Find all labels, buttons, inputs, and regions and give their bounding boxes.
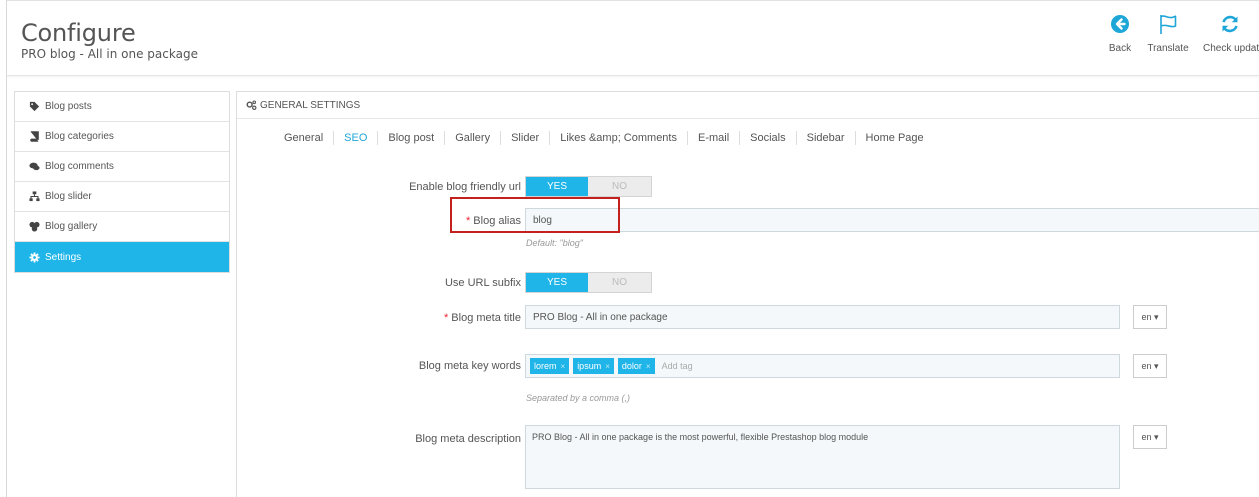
meta-description-label: Blog meta description (415, 433, 521, 445)
back-button[interactable]: Back (1107, 13, 1133, 54)
tag-text: ipsum (577, 361, 602, 371)
meta-keywords-input[interactable]: lorem × ipsum × dolor × Add tag (525, 354, 1120, 378)
remove-tag-icon[interactable]: × (646, 362, 651, 371)
lang-code: en (1141, 361, 1152, 371)
sidebar-item-label: Settings (45, 251, 82, 263)
tab-socials[interactable]: Socials (740, 131, 797, 145)
meta-description-textarea[interactable]: PRO Blog - All in one package is the mos… (525, 425, 1120, 489)
lang-code: en (1141, 432, 1152, 442)
meta-keywords-label: Blog meta key words (418, 360, 521, 372)
sidebar-item-blog-posts[interactable]: Blog posts (15, 92, 229, 122)
book-icon (30, 131, 39, 142)
meta-title-label-text: Blog meta title (451, 312, 521, 324)
sidebar-item-blog-categories[interactable]: Blog categories (15, 122, 229, 152)
tab-sidebar[interactable]: Sidebar (797, 131, 856, 145)
blog-alias-input[interactable]: blog (525, 208, 1259, 232)
tab-likes-comments[interactable]: Likes &amp; Comments (550, 131, 688, 145)
tab-home-page[interactable]: Home Page (856, 131, 934, 145)
tab-seo[interactable]: SEO (334, 131, 379, 145)
remove-tag-icon[interactable]: × (605, 362, 610, 371)
url-subfix-yes[interactable]: YES (526, 273, 588, 292)
friendly-url-label: Enable blog friendly url (409, 181, 521, 193)
add-tag-input[interactable]: Add tag (662, 361, 693, 371)
settings-tabs: General SEO Blog post Gallery Slider Lik… (237, 130, 934, 146)
page-title: Configure (21, 19, 136, 47)
url-subfix-label: Use URL subfix (444, 277, 521, 289)
sidebar-item-label: Blog comments (45, 161, 114, 172)
panel-heading: GENERAL SETTINGS (237, 92, 1259, 119)
sidebar-menu: Blog posts Blog categories Blog comments… (14, 91, 230, 273)
sidebar-item-settings[interactable]: Settings (15, 242, 229, 272)
app-frame: Configure PRO blog - All in one package … (6, 0, 1259, 497)
caret-down-icon: ▾ (1154, 311, 1159, 322)
gear-icon (29, 251, 40, 263)
sitemap-icon (29, 191, 40, 202)
keyword-tag: lorem × (530, 358, 570, 374)
translate-label: Translate (1147, 43, 1189, 54)
tab-slider[interactable]: Slider (501, 131, 551, 145)
remove-tag-icon[interactable]: × (561, 362, 566, 371)
sidebar-item-blog-slider[interactable]: Blog slider (15, 182, 229, 212)
panel-heading-text: GENERAL SETTINGS (260, 99, 361, 111)
caret-down-icon: ▾ (1154, 360, 1159, 371)
tab-gallery[interactable]: Gallery (445, 131, 502, 145)
sidebar-item-label: Blog slider (45, 191, 92, 202)
check-update-label: Check update (1203, 43, 1259, 54)
refresh-icon (1222, 15, 1238, 33)
sidebar-item-label: Blog posts (45, 101, 92, 112)
page-header: Configure PRO blog - All in one package … (7, 1, 1259, 76)
page-subtitle: PRO blog - All in one package (21, 47, 198, 61)
url-subfix-no[interactable]: NO (588, 273, 651, 292)
cogs-icon (246, 99, 257, 110)
sidebar-item-label: Blog gallery (45, 221, 98, 232)
meta-description-lang-select[interactable]: en ▾ (1133, 425, 1167, 449)
caret-down-icon: ▾ (1154, 431, 1159, 442)
tag-text: dolor (621, 361, 642, 371)
url-subfix-toggle[interactable]: YES NO (525, 272, 652, 293)
required-marker: * (444, 312, 449, 324)
settings-panel: GENERAL SETTINGS General SEO Blog post G… (236, 91, 1259, 497)
blog-alias-help: Default: "blog" (526, 238, 583, 248)
tags-icon (29, 101, 40, 112)
highlight-box (450, 197, 620, 233)
flag-icon (1160, 15, 1177, 34)
sidebar-item-blog-gallery[interactable]: Blog gallery (15, 212, 229, 242)
meta-title-label: * Blog meta title (444, 312, 521, 324)
gallery-icon (29, 221, 40, 232)
sidebar-item-label: Blog categories (45, 131, 114, 142)
tab-blog-post[interactable]: Blog post (378, 131, 446, 145)
sidebar-item-blog-comments[interactable]: Blog comments (15, 152, 229, 182)
back-label: Back (1108, 43, 1132, 54)
meta-title-input[interactable]: PRO Blog - All in one package (525, 305, 1120, 329)
translate-button[interactable]: Translate (1143, 13, 1193, 54)
friendly-url-toggle[interactable]: YES NO (525, 176, 652, 197)
friendly-url-yes[interactable]: YES (526, 177, 588, 196)
meta-keywords-help: Separated by a comma (,) (526, 393, 631, 403)
keyword-tag: dolor × (617, 358, 655, 374)
comments-icon (29, 162, 40, 171)
meta-title-lang-select[interactable]: en ▾ (1133, 305, 1167, 329)
tab-general[interactable]: General (274, 131, 335, 145)
lang-code: en (1141, 312, 1152, 322)
check-update-button[interactable]: Check update (1203, 13, 1259, 54)
meta-keywords-lang-select[interactable]: en ▾ (1133, 354, 1167, 378)
toolbar: Back Translate Check update (1097, 13, 1259, 54)
friendly-url-no[interactable]: NO (588, 177, 651, 196)
tag-text: lorem (534, 361, 557, 371)
back-arrow-icon (1111, 15, 1129, 33)
tab-email[interactable]: E-mail (688, 131, 741, 145)
keyword-tag: ipsum × (573, 358, 614, 374)
